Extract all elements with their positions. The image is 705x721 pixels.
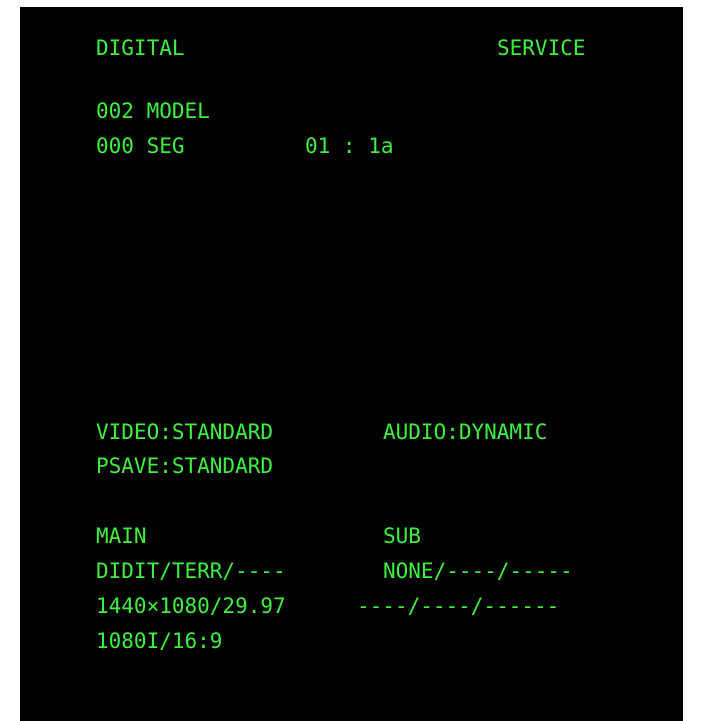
psave-setting: PSAVE:STANDARD: [96, 454, 274, 478]
main-source: DIDIT/TERR/----: [96, 559, 286, 583]
sub-title: SUB: [383, 524, 421, 548]
sub-resolution: ----/----/------: [357, 594, 560, 618]
header-service: SERVICE: [497, 36, 586, 60]
video-setting: VIDEO:STANDARD: [96, 420, 274, 444]
model-line: 002 MODEL: [96, 99, 210, 123]
audio-setting: AUDIO:DYNAMIC: [383, 420, 548, 444]
main-title: MAIN: [96, 524, 147, 548]
sub-source: NONE/----/-----: [383, 559, 573, 583]
service-menu-screen: DIGITAL SERVICE 002 MODEL 000 SEG 01 : 1…: [20, 7, 683, 721]
seg-value: 01 : 1a: [305, 134, 394, 158]
seg-label: 000 SEG: [96, 134, 185, 158]
main-format: 1080I/16:9: [96, 629, 223, 653]
main-resolution: 1440×1080/29.97: [96, 594, 286, 618]
header-digital: DIGITAL: [96, 36, 185, 60]
